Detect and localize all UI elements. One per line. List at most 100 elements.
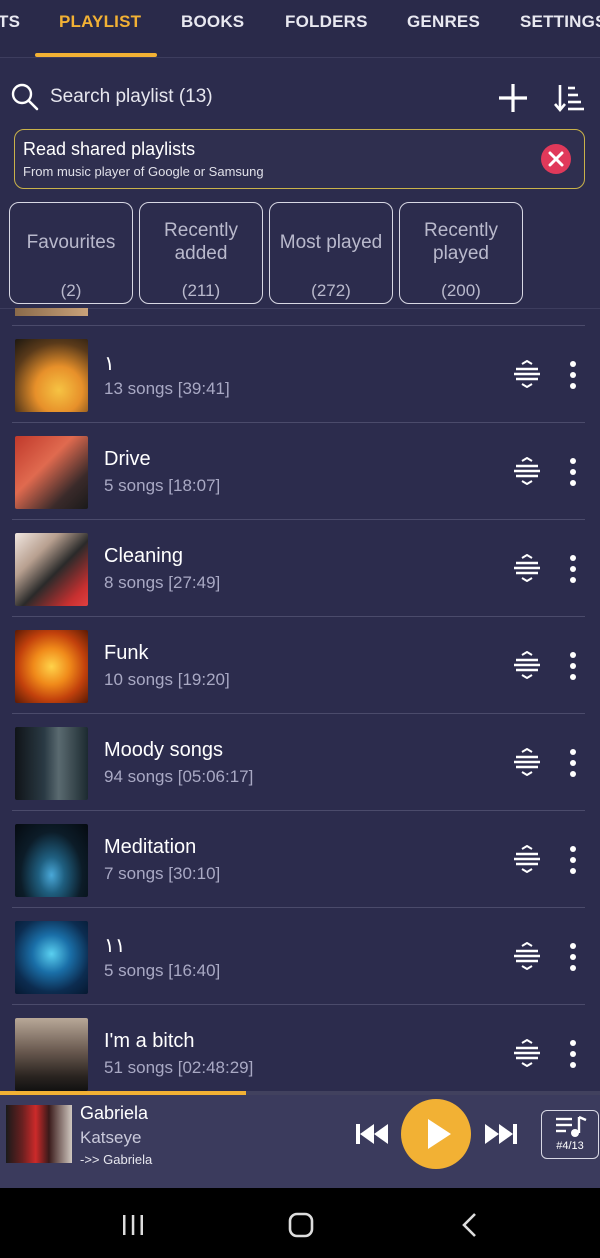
playlist-title: Moody songs	[104, 739, 223, 761]
divider	[12, 1004, 585, 1005]
tab-bar: TS PLAYLIST BOOKS FOLDERS GENRES SETTING…	[0, 0, 600, 58]
queue-position: #4/13	[556, 1140, 584, 1152]
mini-player[interactable]: Gabriela Katseye ->> Gabriela #4/13	[0, 1095, 600, 1188]
tab-artists[interactable]: TS	[0, 12, 20, 32]
playlist-info: 5 songs [18:07]	[104, 476, 221, 495]
play-icon	[428, 1119, 451, 1149]
playlist-artwork	[15, 921, 88, 994]
divider	[12, 616, 585, 617]
drag-handle-icon[interactable]	[512, 457, 542, 485]
search-bar[interactable]: Search playlist (13)	[0, 72, 600, 122]
playlist-info: 51 songs [02:48:29]	[104, 1058, 254, 1077]
most-played-card[interactable]: Most played (272)	[269, 202, 393, 304]
more-options-icon[interactable]	[563, 457, 583, 487]
drag-handle-icon[interactable]	[512, 554, 542, 582]
search-input[interactable]: Search playlist (13)	[50, 86, 213, 108]
divider	[12, 907, 585, 908]
recently-added-card[interactable]: Recently added (211)	[139, 202, 263, 304]
tab-settings[interactable]: SETTINGS	[520, 12, 600, 32]
playlist-title: I'm a bitch	[104, 1030, 195, 1052]
favourites-card[interactable]: Favourites (2)	[9, 202, 133, 304]
playlist-info: 8 songs [27:49]	[104, 573, 221, 592]
search-icon[interactable]	[10, 82, 40, 112]
banner-subtitle: From music player of Google or Samsung	[23, 164, 264, 179]
card-count: (211)	[181, 281, 221, 300]
now-playing-title: Gabriela	[80, 1103, 149, 1123]
drag-handle-icon[interactable]	[512, 748, 542, 776]
playlist-title: Funk	[104, 642, 149, 664]
playlist-row[interactable]: Cleaning 8 songs [27:49]	[0, 519, 600, 616]
tab-genres[interactable]: GENRES	[407, 12, 480, 32]
divider	[12, 810, 585, 811]
playlist-artwork	[15, 824, 88, 897]
playlist-row[interactable]: I'm a bitch 51 songs [02:48:29]	[0, 1004, 600, 1101]
playlist-row[interactable]: Moody songs 94 songs [05:06:17]	[0, 713, 600, 810]
close-banner-button[interactable]	[541, 144, 571, 174]
more-options-icon[interactable]	[563, 651, 583, 681]
card-label: Recently	[424, 220, 498, 241]
playlist-title: Cleaning	[104, 545, 183, 567]
tab-playlist[interactable]: PLAYLIST	[59, 12, 141, 32]
playlist-info: 10 songs [19:20]	[104, 670, 230, 689]
divider	[12, 325, 585, 326]
card-count: (200)	[441, 281, 481, 300]
system-navigation-bar	[0, 1188, 600, 1258]
more-options-icon[interactable]	[563, 360, 583, 390]
divider	[12, 422, 585, 423]
more-options-icon[interactable]	[563, 942, 583, 972]
playlist-row[interactable]: Funk 10 songs [19:20]	[0, 616, 600, 713]
add-icon[interactable]	[496, 81, 530, 115]
card-count: (2)	[60, 281, 82, 300]
more-options-icon[interactable]	[563, 1039, 583, 1069]
playlist-title: ١	[104, 353, 115, 375]
playlist-artwork	[15, 533, 88, 606]
shared-playlists-banner[interactable]: Read shared playlists From music player …	[14, 129, 585, 189]
more-options-icon[interactable]	[563, 554, 583, 584]
queue-button[interactable]: #4/13	[541, 1110, 599, 1159]
playlist-info: 13 songs [39:41]	[104, 379, 230, 398]
queue-music-icon	[556, 1115, 587, 1137]
now-playing-artwork	[6, 1105, 72, 1163]
playlist-title: Drive	[104, 448, 151, 470]
recently-played-card[interactable]: Recently played (200)	[399, 202, 523, 304]
playlist-info: 94 songs [05:06:17]	[104, 767, 254, 786]
playlist-info: 7 songs [30:10]	[104, 864, 221, 883]
more-options-icon[interactable]	[563, 748, 583, 778]
card-label: Favourites	[26, 232, 116, 253]
sort-icon[interactable]	[553, 81, 587, 115]
drag-handle-icon[interactable]	[512, 942, 542, 970]
divider	[0, 308, 600, 309]
home-icon[interactable]	[288, 1212, 314, 1238]
playlist-row[interactable]: Meditation 7 songs [30:10]	[0, 810, 600, 907]
more-options-icon[interactable]	[563, 845, 583, 875]
next-track-icon[interactable]	[483, 1119, 519, 1149]
playlist-artwork	[15, 727, 88, 800]
play-button[interactable]	[401, 1099, 471, 1169]
card-count: (272)	[311, 281, 351, 300]
drag-handle-icon[interactable]	[512, 845, 542, 873]
drag-handle-icon[interactable]	[512, 651, 542, 679]
card-label: added	[174, 243, 228, 264]
tab-books[interactable]: BOOKS	[181, 12, 244, 32]
banner-title: Read shared playlists	[23, 139, 196, 159]
playlist-row[interactable]: Drive 5 songs [18:07]	[0, 422, 600, 519]
playlist-artwork	[15, 308, 88, 316]
playlist-title: ١١	[104, 935, 126, 957]
card-label: Recently	[164, 220, 238, 241]
playlist-artwork	[15, 339, 88, 412]
drag-handle-icon[interactable]	[512, 360, 542, 388]
drag-handle-icon[interactable]	[512, 1039, 542, 1067]
playlist-info: 5 songs [16:40]	[104, 961, 221, 980]
divider	[12, 519, 585, 520]
previous-track-icon[interactable]	[354, 1119, 390, 1149]
back-icon[interactable]	[460, 1212, 478, 1238]
playlist-row[interactable]: ١١ 5 songs [16:40]	[0, 907, 600, 1004]
active-tab-indicator	[35, 53, 157, 57]
recent-apps-icon[interactable]	[121, 1214, 145, 1236]
playlist-artwork	[15, 1018, 88, 1091]
playlist-row[interactable]: ١ 13 songs [39:41]	[0, 325, 600, 422]
playlist-artwork	[15, 436, 88, 509]
now-playing-artist: Katseye	[80, 1128, 142, 1147]
now-playing-album: ->> Gabriela	[80, 1152, 153, 1167]
tab-folders[interactable]: FOLDERS	[285, 12, 368, 32]
